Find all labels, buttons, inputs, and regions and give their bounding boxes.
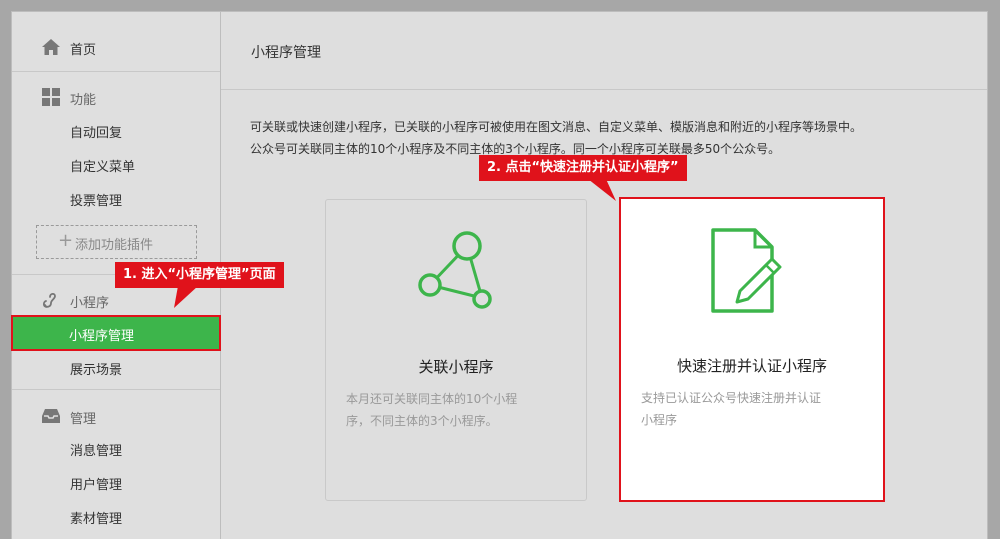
card-description-line: 序，不同主体的3个小程序。 <box>346 414 498 428</box>
network-link-icon <box>418 231 492 309</box>
sidebar-item-miniprogram-manage[interactable]: 小程序管理 <box>11 315 221 351</box>
card-title: 快速注册并认证小程序 <box>676 357 827 375</box>
section-title: 管理 <box>70 412 97 427</box>
sidebar-item-materials[interactable]: 素材管理 <box>12 501 220 531</box>
sidebar-item-vote[interactable]: 投票管理 <box>12 183 220 213</box>
card-description: 本月还可关联同主体的10个小程 序，不同主体的3个小程序。 <box>346 388 517 432</box>
card-description: 支持已认证公众号快速注册并认证 小程序 <box>641 387 821 431</box>
section-title: 功能 <box>70 93 97 108</box>
plus-icon: + <box>58 230 74 251</box>
sidebar-item-label: 投票管理 <box>70 194 123 209</box>
card-description-line: 小程序 <box>641 413 678 427</box>
sidebar-section-features: 功能 <box>12 80 220 114</box>
link-icon <box>42 292 56 308</box>
add-plugin-label: 添加功能插件 <box>75 238 154 253</box>
inbox-icon <box>42 409 60 423</box>
grid-icon <box>42 88 60 106</box>
bind-miniprogram-card[interactable]: 关联小程序 本月还可关联同主体的10个小程 序，不同主体的3个小程序。 <box>325 199 587 501</box>
document-edit-icon <box>711 228 782 313</box>
add-plugin-button[interactable]: + 添加功能插件 <box>36 225 197 259</box>
callout-arrow-icon <box>174 286 198 308</box>
sidebar-item-label: 小程序管理 <box>69 329 135 344</box>
page-title: 小程序管理 <box>251 45 321 61</box>
section-title: 小程序 <box>70 296 110 311</box>
quick-register-card[interactable]: 快速注册并认证小程序 支持已认证公众号快速注册并认证 小程序 <box>619 197 885 502</box>
card-description-line: 支持已认证公众号快速注册并认证 <box>641 391 822 405</box>
sidebar-section-manage: 管理 <box>12 399 220 433</box>
main-panel: 小程序管理 可关联或快速创建小程序，已关联的小程序可被使用在图文消息、自定义菜单… <box>221 11 988 539</box>
step1-callout: 1. 进入“小程序管理”页面 <box>115 262 284 288</box>
sidebar-item-custom-menu[interactable]: 自定义菜单 <box>12 149 220 179</box>
sidebar-item-label: 展示场景 <box>70 363 123 378</box>
sidebar-item-messages[interactable]: 消息管理 <box>12 433 220 463</box>
divider <box>221 89 987 90</box>
sidebar-item-home[interactable]: 首页 <box>12 12 220 72</box>
sidebar-item-label: 自定义菜单 <box>70 160 136 175</box>
home-icon <box>42 39 60 55</box>
sidebar-item-label: 首页 <box>70 43 97 58</box>
sidebar-item-users[interactable]: 用户管理 <box>12 467 220 497</box>
divider <box>12 389 220 390</box>
sidebar-item-display-scenes[interactable]: 展示场景 <box>12 352 220 382</box>
description-line: 可关联或快速创建小程序，已关联的小程序可被使用在图文消息、自定义菜单、模版消息和… <box>250 120 863 134</box>
callout-arrow-icon <box>588 179 616 201</box>
sidebar-item-label: 消息管理 <box>70 444 123 459</box>
step2-callout: 2. 点击“快速注册并认证小程序” <box>479 155 687 181</box>
sidebar-item-label: 素材管理 <box>70 512 123 527</box>
sidebar-item-auto-reply[interactable]: 自动回复 <box>12 115 220 145</box>
card-description-line: 本月还可关联同主体的10个小程 <box>346 392 518 406</box>
card-title: 关联小程序 <box>418 358 494 376</box>
sidebar-item-label: 自动回复 <box>70 126 123 141</box>
sidebar-item-label: 用户管理 <box>70 478 123 493</box>
